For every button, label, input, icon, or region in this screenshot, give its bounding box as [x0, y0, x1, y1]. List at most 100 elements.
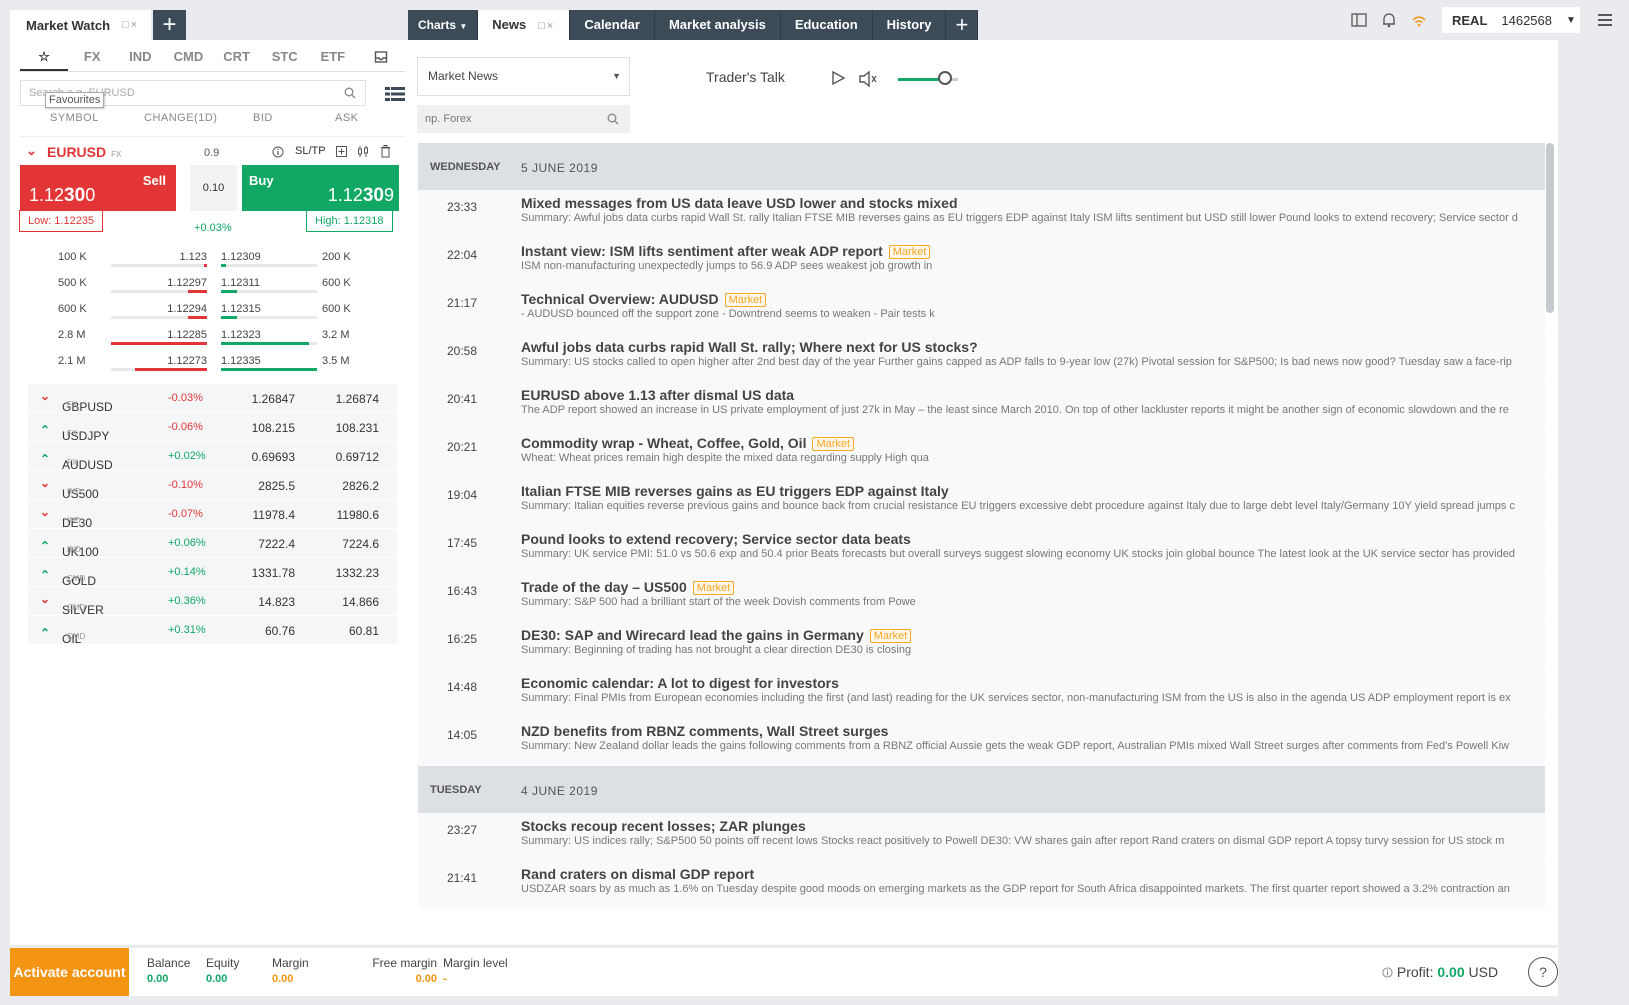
news-title[interactable]: Stocks recoup recent losses; ZAR plunges [521, 818, 806, 834]
col-symbol[interactable]: SYMBOL [50, 112, 99, 124]
volume-slider-knob[interactable] [938, 71, 952, 85]
tab-fx[interactable]: FX [68, 46, 116, 71]
chevron-up-icon[interactable]: ⌃ [40, 423, 50, 437]
tab-education[interactable]: Education [780, 10, 873, 40]
news-title[interactable]: Italian FTSE MIB reverses gains as EU tr… [521, 483, 949, 499]
add-tab-button[interactable]: + [946, 10, 979, 40]
news-title[interactable]: EURUSD above 1.13 after dismal US data [521, 387, 794, 403]
info-icon[interactable] [272, 146, 284, 158]
chevron-down-icon[interactable]: ⌄ [40, 592, 50, 606]
news-source-select[interactable]: Market News ▼ [417, 57, 630, 96]
instrument-row[interactable]: ⌄ GBPUSD FX -0.03% 1.26847 1.26874 [28, 384, 397, 414]
col-change[interactable]: CHANGE(1D) [144, 112, 217, 124]
tab-market-analysis[interactable]: Market analysis [654, 10, 781, 40]
instrument-row[interactable]: ⌄ SILVER CMD +0.36% 14.823 14.866 [28, 587, 397, 617]
news-item[interactable]: 22:04 Instant view: ISM lifts sentiment a… [418, 238, 1545, 286]
featured-instrument-row[interactable]: ⌄ EURUSD FX 0.9 SL/TP [20, 136, 405, 166]
bell-icon[interactable] [1380, 11, 1398, 29]
news-title[interactable]: Technical Overview: AUDUSD [521, 291, 719, 307]
instrument-row[interactable]: ⌃ USDJPY FX -0.06% 108.215 108.231 [28, 413, 397, 443]
activate-account-button[interactable]: Activate account [10, 948, 129, 996]
tab-charts[interactable]: Charts ▼ [408, 10, 479, 40]
news-item[interactable]: 20:58 Awful jobs data curbs rapid Wall St… [418, 334, 1545, 382]
tab-news[interactable]: News □× [478, 10, 571, 40]
news-title[interactable]: Mixed messages from US data leave USD lo… [521, 195, 958, 211]
inbox-icon[interactable] [357, 46, 405, 71]
news-item[interactable]: 14:48 Economic calendar: A lot to digest … [418, 670, 1545, 718]
instrument-row[interactable]: ⌃ OIL CMD +0.31% 60.76 60.81 [28, 616, 397, 646]
volume-input[interactable]: 0.10 [190, 165, 237, 211]
add-left-tab-button[interactable]: + [153, 10, 186, 40]
tab-history[interactable]: History [872, 10, 947, 40]
sltp-button[interactable]: SL/TP [295, 145, 326, 157]
chevron-up-icon[interactable]: ⌃ [40, 452, 50, 466]
play-icon[interactable] [830, 70, 846, 86]
tab-calendar[interactable]: Calendar [570, 10, 655, 40]
list-view-icon[interactable] [385, 86, 405, 102]
news-title[interactable]: Awful jobs data curbs rapid Wall St. ral… [521, 339, 978, 355]
tab-ind[interactable]: IND [116, 46, 164, 71]
featured-symbol-wrap: EURUSD FX [47, 144, 121, 160]
news-item[interactable]: 14:05 NZD benefits from RBNZ comments, Wa… [418, 718, 1545, 766]
news-item[interactable]: 17:45 Pound looks to extend recovery; Ser… [418, 526, 1545, 574]
news-summary: Wheat: Wheat prices remain high despite … [521, 452, 929, 464]
news-title[interactable]: Pound looks to extend recovery; Service … [521, 531, 911, 547]
tab-etf[interactable]: ETF [309, 46, 357, 71]
col-bid[interactable]: BID [253, 112, 273, 124]
add-icon[interactable] [336, 146, 347, 157]
news-title[interactable]: Economic calendar: A lot to digest for i… [521, 675, 839, 691]
instrument-row[interactable]: ⌄ DE30 IND -0.07% 11978.4 11980.6 [28, 500, 397, 530]
chevron-down-icon[interactable]: ⌄ [40, 476, 50, 490]
top-tab-bar: Charts ▼ News □× Calendar Market analysis… [408, 10, 979, 40]
instrument-row[interactable]: ⌄ US500 IND -0.10% 2825.5 2826.2 [28, 471, 397, 501]
news-item[interactable]: 23:27 Stocks recoup recent losses; ZAR pl… [418, 813, 1545, 861]
news-title[interactable]: NZD benefits from RBNZ comments, Wall St… [521, 723, 888, 739]
instrument-row[interactable]: ⌃ UK100 IND +0.06% 7222.4 7224.6 [28, 529, 397, 559]
tab-controls[interactable]: □× [122, 19, 139, 31]
news-title[interactable]: Commodity wrap - Wheat, Coffee, Gold, Oi… [521, 435, 806, 451]
news-item[interactable]: 23:33 Mixed messages from US data leave U… [418, 190, 1545, 238]
trash-icon[interactable] [380, 145, 391, 158]
tab-cmd[interactable]: CMD [164, 46, 212, 71]
news-title[interactable]: Rand craters on dismal GDP report [521, 866, 754, 882]
account-selector[interactable]: REAL 1462568 ▼ [1442, 7, 1580, 33]
depth-ask-bar-fill [221, 290, 238, 293]
chevron-up-icon[interactable]: ⌃ [40, 539, 50, 553]
chevron-up-icon[interactable]: ⌃ [40, 626, 50, 640]
chevron-down-icon[interactable]: ⌄ [40, 505, 50, 519]
tab-market-watch[interactable]: Market Watch □× [10, 10, 151, 40]
news-filter-input[interactable]: np. Forex [417, 105, 630, 133]
news-title[interactable]: Instant view: ISM lifts sentiment after … [521, 243, 883, 259]
sell-button[interactable]: Sell 1.12300 [20, 165, 176, 211]
candles-icon[interactable] [357, 145, 370, 158]
help-button[interactable]: ? [1528, 957, 1558, 987]
depth-row: 600 K 1.12294 1.12315 600 K [20, 297, 405, 323]
tab-stc[interactable]: STC [261, 46, 309, 71]
news-title[interactable]: Trade of the day – US500 [521, 579, 687, 595]
search-icon[interactable] [344, 87, 356, 99]
tab-favourites[interactable]: ☆ [20, 46, 69, 71]
menu-icon[interactable] [1596, 11, 1614, 29]
news-scrollbar[interactable] [1546, 143, 1554, 313]
instrument-row[interactable]: ⌃ AUDUSD FX +0.02% 0.69693 0.69712 [28, 442, 397, 472]
instrument-row[interactable]: ⌃ GOLD CMD +0.14% 1331.78 1332.23 [28, 558, 397, 588]
chevron-up-icon[interactable]: ⌃ [40, 568, 50, 582]
news-item[interactable]: 16:25 DE30: SAP and Wirecard lead the gai… [418, 622, 1545, 670]
news-item[interactable]: 21:41 Rand craters on dismal GDP report US… [418, 861, 1545, 909]
layout-icon[interactable] [1350, 11, 1368, 29]
news-title[interactable]: DE30: SAP and Wirecard lead the gains in… [521, 627, 864, 643]
info-icon[interactable] [1382, 967, 1393, 978]
collapse-chevron-icon[interactable]: ⌄ [26, 143, 37, 159]
speaker-icon[interactable] [858, 70, 878, 88]
news-item[interactable]: 21:17 Technical Overview: AUDUSD Market - A… [418, 286, 1545, 334]
tab-controls[interactable]: □× [538, 20, 555, 32]
buy-button[interactable]: Buy 1.12309 [242, 165, 399, 211]
news-item[interactable]: 20:41 EURUSD above 1.13 after dismal US d… [418, 382, 1545, 430]
news-item[interactable]: 19:04 Italian FTSE MIB reverses gains as … [418, 478, 1545, 526]
col-ask[interactable]: ASK [335, 112, 359, 124]
tab-crt[interactable]: CRT [213, 46, 261, 71]
news-item[interactable]: 20:21 Commodity wrap - Wheat, Coffee, Gol… [418, 430, 1545, 478]
chevron-down-icon[interactable]: ⌄ [40, 389, 50, 403]
news-item[interactable]: 16:43 Trade of the day – US500 Market Summa… [418, 574, 1545, 622]
search-icon[interactable] [607, 113, 619, 125]
